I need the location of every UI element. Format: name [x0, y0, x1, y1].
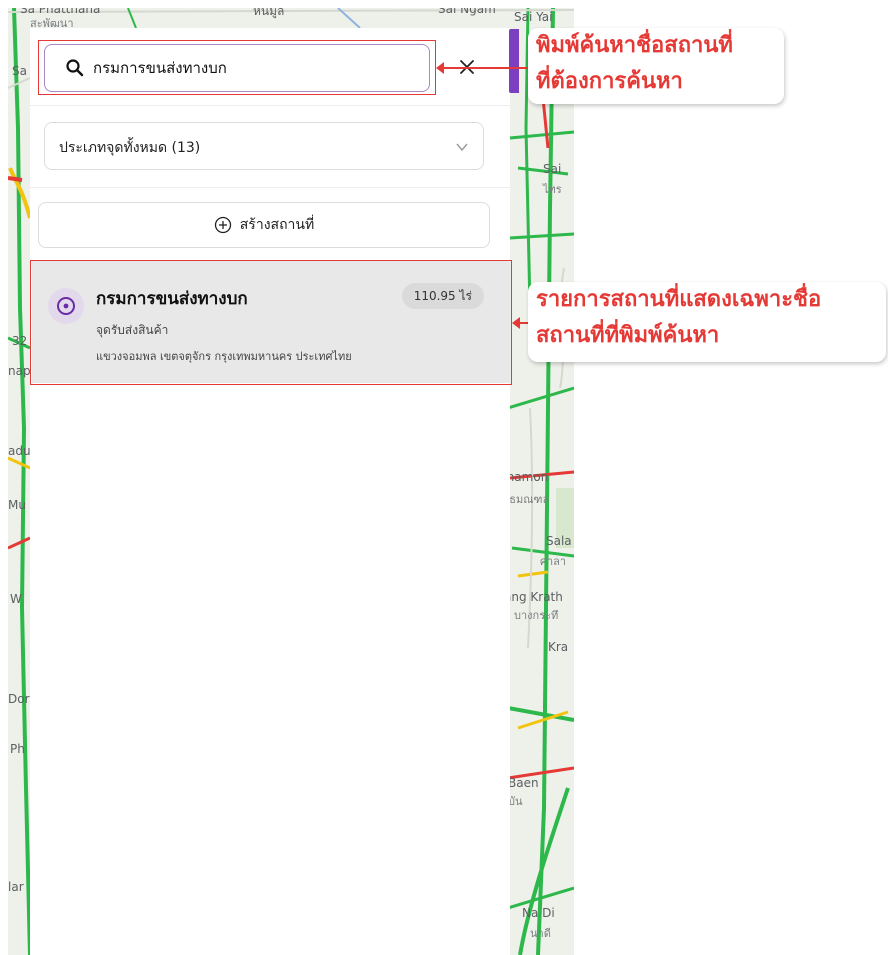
- map-label: Kra: [548, 640, 569, 654]
- map-label: นาดี: [530, 927, 551, 940]
- map-label: Ph: [10, 742, 25, 756]
- map-label: ไทร: [543, 183, 562, 196]
- map-label: Dor: [8, 692, 30, 706]
- map-label: บัน: [508, 795, 523, 808]
- create-place-label: สร้างสถานที่: [239, 217, 315, 233]
- search-callout-line: พิมพ์ค้นหาชื่อสถานที่: [536, 33, 733, 58]
- place-type-label: ประเภทจุดทั้งหมด (13): [59, 140, 201, 156]
- result-callout-line: รายการสถานที่แสดงเฉพาะชื่อ: [536, 287, 822, 312]
- map-label: ศาลา: [540, 555, 567, 568]
- map-label: หนมูล: [253, 8, 285, 18]
- result-callout: รายการสถานที่แสดงเฉพาะชื่อ สถานที่ที่พิม…: [528, 282, 886, 362]
- map-label: Mu: [8, 498, 26, 512]
- map-label: W: [10, 592, 22, 606]
- map-label: Sai Ngam: [438, 8, 496, 16]
- search-highlight-box: [38, 40, 436, 95]
- search-callout-line: ที่ต้องการค้นหา: [536, 69, 683, 94]
- map-label: ang Krath: [504, 590, 563, 604]
- map-label: Sai: [543, 162, 562, 176]
- result-highlight-box: [30, 260, 512, 385]
- map-label: Sala: [546, 534, 572, 548]
- map-label: lar: [8, 880, 24, 894]
- result-callout-arrow: [512, 317, 528, 329]
- result-callout-line: สถานที่ที่พิมพ์ค้นหา: [536, 323, 720, 348]
- search-callout: พิมพ์ค้นหาชื่อสถานที่ ที่ต้องการค้นหา: [528, 28, 784, 104]
- map-label: Sa: [12, 64, 27, 78]
- map-label: Baen: [508, 776, 539, 790]
- search-callout-arrow: [436, 62, 528, 74]
- map-label: บางกระทึ: [514, 609, 559, 622]
- map-label: Sai Yai: [514, 10, 553, 24]
- filter-row: ประเภทจุดทั้งหมด (13): [30, 106, 510, 188]
- place-search-panel: ประเภทจุดทั้งหมด (13) สร้างสถานที่ กรมกา…: [30, 28, 519, 955]
- map-label: Na Di: [522, 906, 555, 920]
- map-label: nap: [8, 364, 31, 378]
- plus-circle-icon: [214, 216, 231, 234]
- map-label: adu: [8, 444, 31, 458]
- place-type-dropdown[interactable]: ประเภทจุดทั้งหมด (13): [44, 122, 484, 170]
- panel-toggle-tab[interactable]: [509, 29, 519, 93]
- chevron-down-icon: [456, 143, 468, 152]
- map-label: 32: [12, 334, 28, 348]
- create-place-button[interactable]: สร้างสถานที่: [38, 202, 490, 248]
